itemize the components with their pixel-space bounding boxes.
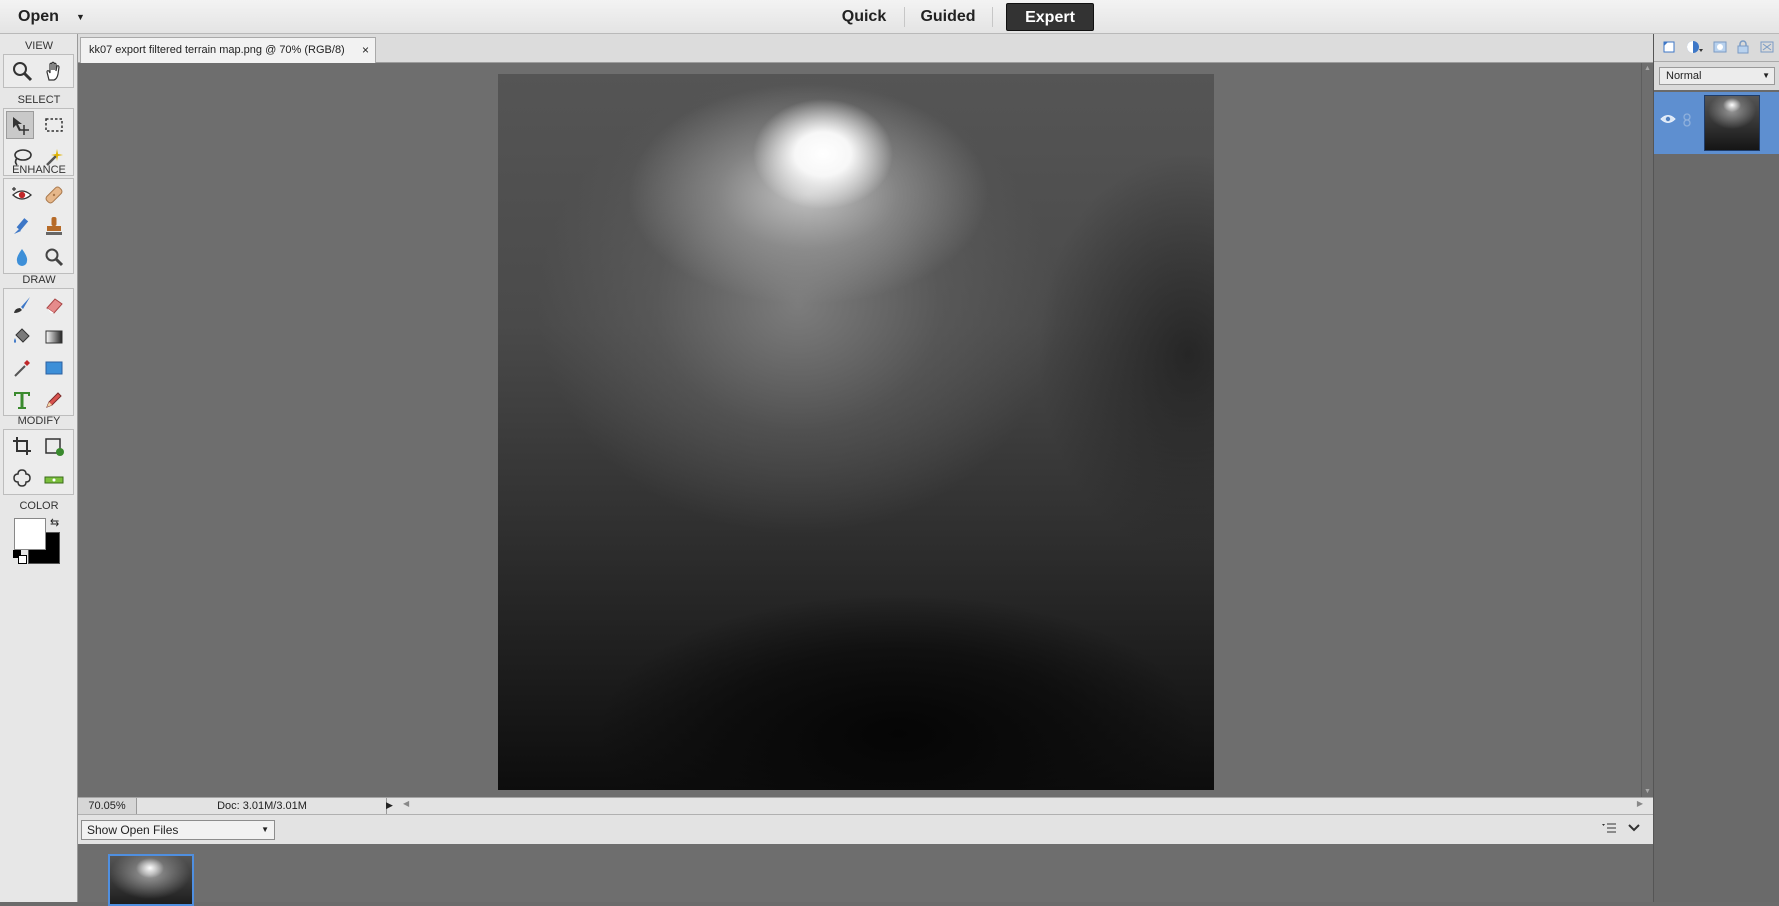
content-aware-move-icon[interactable] [8, 464, 36, 492]
section-select-title: SELECT [17, 94, 61, 106]
zoom-level-field[interactable]: 70.05% [78, 798, 137, 814]
status-menu-arrow-icon[interactable]: ▶ [386, 800, 393, 811]
section-modify-title: MODIFY [17, 415, 61, 427]
toolbox: VIEW SELECT ENHANCE DRAW MODIFY COLOR ⇆ [0, 34, 78, 902]
chevron-down-icon: ▼ [261, 825, 269, 834]
type-icon[interactable] [8, 386, 36, 414]
open-file-thumbnail[interactable] [108, 854, 194, 906]
recompose-icon[interactable] [40, 432, 68, 460]
draw-tools [3, 288, 74, 416]
photo-bin-select-value: Show Open Files [87, 823, 179, 837]
brush-icon[interactable] [8, 291, 36, 319]
top-bar: Open ▼ Quick Guided Expert [0, 0, 1779, 34]
default-colors-icon[interactable] [13, 550, 27, 564]
pencil-icon[interactable] [40, 386, 68, 414]
section-view-title: VIEW [24, 40, 54, 52]
eyedropper-icon[interactable] [8, 354, 36, 382]
scroll-up-icon[interactable]: ▲ [1644, 65, 1651, 72]
crop-icon[interactable] [8, 432, 36, 460]
terrain-map-image[interactable] [498, 74, 1214, 790]
scroll-right-icon[interactable]: ▶ [1637, 799, 1643, 808]
sponge-icon[interactable] [40, 243, 68, 271]
section-color-title: COLOR [19, 500, 59, 512]
mode-expert-button[interactable]: Expert [1006, 3, 1094, 31]
collapse-bin-icon[interactable] [1627, 821, 1641, 838]
new-layer-icon[interactable] [1662, 40, 1676, 57]
status-bar: 70.05% Doc: 3.01M/3.01M ▶ ◀ ▶ [78, 797, 1653, 814]
blur-icon[interactable] [8, 243, 36, 271]
rectangular-marquee-icon[interactable] [40, 111, 68, 139]
zoom-tool-icon[interactable] [8, 57, 36, 85]
mode-divider [992, 7, 993, 27]
document-tab-title: kk07 export filtered terrain map.png @ 7… [89, 44, 345, 56]
open-button-label: Open [18, 8, 59, 25]
photo-bin-select[interactable]: Show Open Files ▼ [81, 820, 275, 840]
section-enhance-title: ENHANCE [12, 164, 66, 176]
canvas-area[interactable] [78, 63, 1641, 797]
healing-brush-icon[interactable] [40, 181, 68, 209]
horizontal-scrollbar[interactable]: ◀ ▶ [403, 799, 1643, 812]
move-tool-icon[interactable] [6, 111, 34, 139]
mode-divider [904, 7, 905, 27]
eye-icon[interactable] [1660, 113, 1676, 128]
layers-toolbar [1654, 34, 1779, 62]
swap-colors-icon[interactable]: ⇆ [50, 516, 59, 529]
blend-mode-value: Normal [1666, 70, 1702, 82]
layer-thumbnail[interactable] [1704, 95, 1760, 151]
document-tab-bar: kk07 export filtered terrain map.png @ 7… [78, 34, 1653, 63]
blend-mode-select[interactable]: Normal ▼ [1659, 67, 1775, 85]
eraser-icon[interactable] [40, 291, 68, 319]
clone-stamp-icon[interactable] [40, 212, 68, 240]
section-draw-title: DRAW [22, 274, 56, 286]
paint-bucket-icon[interactable] [8, 323, 36, 351]
shape-icon[interactable] [40, 354, 68, 382]
layer-row-background[interactable] [1654, 92, 1779, 154]
document-tab[interactable]: kk07 export filtered terrain map.png @ 7… [80, 37, 376, 63]
straighten-icon[interactable] [40, 464, 68, 492]
layers-panel: Normal ▼ [1653, 34, 1779, 902]
delete-layer-icon[interactable] [1760, 40, 1774, 57]
view-tools [3, 54, 74, 88]
close-icon[interactable]: × [362, 38, 369, 62]
enhance-tools [3, 178, 74, 274]
open-button[interactable]: Open ▼ [8, 4, 88, 30]
open-dropdown-icon[interactable]: ▼ [76, 4, 85, 30]
layer-mask-icon[interactable] [1713, 40, 1727, 57]
photo-bin [78, 844, 1653, 906]
mode-quick-button[interactable]: Quick [828, 3, 900, 31]
color-swatches: ⇆ [12, 516, 64, 566]
link-icon[interactable] [1681, 113, 1693, 130]
scroll-left-icon[interactable]: ◀ [403, 799, 409, 808]
blend-mode-row: Normal ▼ [1654, 62, 1779, 90]
bin-options-menu-icon[interactable] [1601, 821, 1617, 838]
lock-icon[interactable] [1737, 40, 1749, 57]
scroll-down-icon[interactable]: ▼ [1644, 788, 1651, 795]
photo-bin-toolbar: Show Open Files ▼ [78, 814, 1653, 844]
red-eye-icon[interactable] [8, 181, 36, 209]
chevron-down-icon: ▼ [1762, 71, 1770, 80]
vertical-scrollbar[interactable]: ▲ ▼ [1641, 63, 1653, 797]
document-size-info: Doc: 3.01M/3.01M [138, 798, 387, 814]
modify-tools [3, 429, 74, 495]
foreground-color-swatch[interactable] [14, 518, 46, 550]
adjustment-layer-icon[interactable] [1686, 40, 1704, 57]
hand-tool-icon[interactable] [40, 57, 68, 85]
smart-brush-icon[interactable] [8, 212, 36, 240]
mode-guided-button[interactable]: Guided [908, 3, 988, 31]
gradient-icon[interactable] [40, 323, 68, 351]
